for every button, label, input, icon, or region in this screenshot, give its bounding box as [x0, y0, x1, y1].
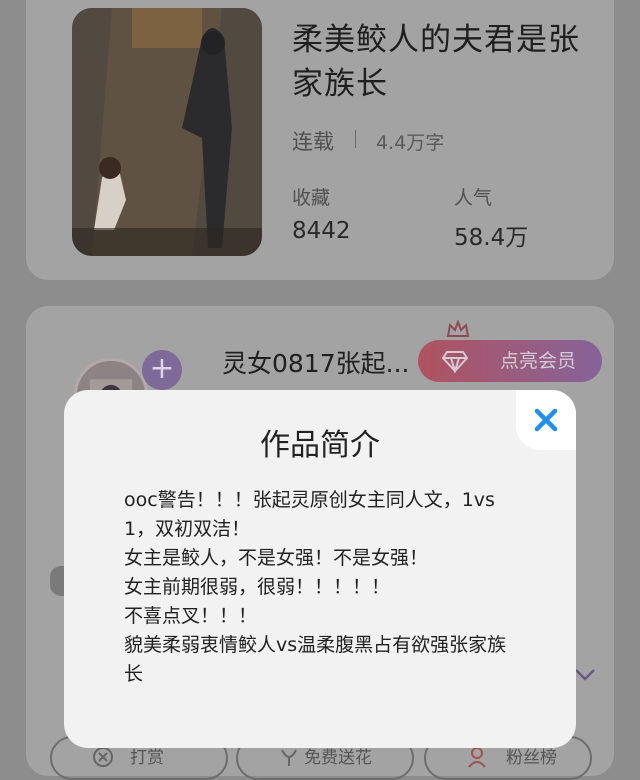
modal-title: 作品简介 — [260, 428, 380, 463]
synopsis-line: 不喜点叉！！！ — [124, 605, 258, 627]
chevron-down-icon[interactable] — [574, 668, 596, 682]
fans-rank-label: 粉丝榜 — [506, 748, 557, 768]
synopsis-line: 女主是鲛人，不是女强！不是女强！ — [124, 547, 429, 569]
synopsis-text: ooc警告！！！张起灵原创女主同人文，1vs1，双初双洁！ 女主是鲛人，不是女强… — [124, 486, 524, 689]
synopsis-line: 女主前期很弱，很弱！！！！！ — [124, 576, 391, 598]
book-info-card: 柔美鲛人的夫君是张家族长 连载 4.4万字 收藏 8442 人气 58.4万 — [26, 0, 614, 280]
collect-label: 收藏 — [292, 187, 331, 209]
synopsis-modal: 作品简介 ooc警告！！！张起灵原创女主同人文，1vs1，双初双洁！ 女主是鲛人… — [64, 390, 576, 748]
follow-button[interactable]: + — [142, 350, 182, 390]
flower-icon — [281, 749, 297, 766]
tip-label: 打赏 — [130, 748, 164, 768]
user-icon — [468, 747, 486, 768]
cover-illustration — [72, 8, 262, 256]
synopsis-line: 貌美柔弱衷情鲛人vs温柔腹黑占有欲强张家族长 — [124, 634, 507, 685]
synopsis-line: ooc警告！！！张起灵原创女主同人文，1vs1，双初双洁！ — [124, 489, 495, 540]
author-name[interactable]: 灵女0817张起... — [222, 344, 409, 380]
popularity-value: 58.4万 — [454, 225, 529, 251]
book-status: 连载 — [292, 130, 334, 154]
diamond-icon — [442, 351, 468, 373]
close-circle-icon — [93, 747, 113, 767]
collect-value: 8442 — [292, 218, 351, 244]
book-title: 柔美鲛人的夫君是张家族长 — [292, 22, 580, 102]
popularity-label: 人气 — [454, 187, 493, 209]
crown-icon — [446, 320, 470, 337]
vip-activate-button[interactable]: 点亮会员 — [418, 340, 602, 382]
word-count: 4.4万字 — [376, 132, 445, 154]
free-flower-label: 免费送花 — [304, 748, 372, 768]
vip-button-label: 点亮会员 — [499, 350, 576, 372]
meta-divider — [355, 130, 356, 148]
book-cover-image[interactable] — [72, 8, 262, 256]
